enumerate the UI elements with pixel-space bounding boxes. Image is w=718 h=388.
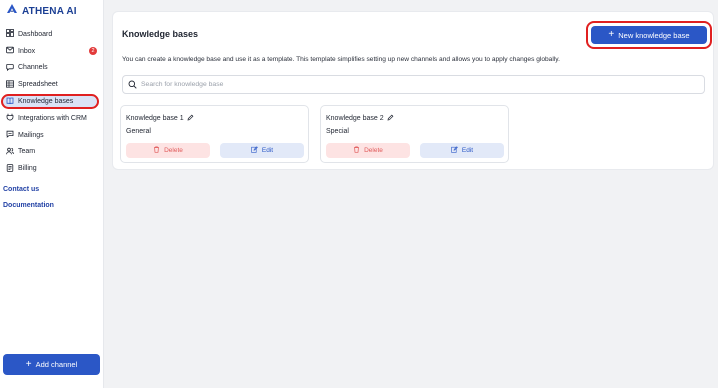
edit-label: Edit [261,147,274,154]
spreadsheet-icon [6,80,14,90]
integrations-icon [6,113,14,123]
knowledge-base-name: Knowledge base 1 [126,115,184,122]
edit-label: Edit [461,147,474,154]
sidebar: ATHENA AI Dashboard Inbox 2 Channels Spr… [0,0,104,388]
knowledge-base-icon [6,97,14,107]
inbox-icon [6,46,14,56]
sidebar-item-inbox[interactable]: Inbox 2 [0,43,104,60]
new-knowledge-base-button[interactable]: + New knowledge base [591,26,707,44]
page-description: You can create a knowledge base and use … [122,56,560,63]
sidebar-item-label: Mailings [18,131,44,139]
sidebar-item-channels[interactable]: Channels [0,60,104,77]
edit-button[interactable]: Edit [420,143,504,158]
logo-text: ATHENA AI [22,5,77,17]
search-input[interactable] [141,81,704,88]
sidebar-item-label: Team [18,148,36,156]
delete-label: Delete [364,147,383,154]
pencil-icon[interactable] [387,114,394,123]
knowledge-base-card[interactable]: Knowledge base 1 General Delete Edit [120,105,309,163]
contact-us-link[interactable]: Contact us [3,186,39,193]
edit-button[interactable]: Edit [220,143,304,158]
trash-icon [153,146,160,155]
sidebar-item-label: Integrations with CRM [18,114,87,122]
pencil-icon[interactable] [187,114,194,123]
sidebar-item-billing[interactable]: Billing [0,160,104,177]
knowledge-bases-panel: Knowledge bases + New knowledge base You… [112,11,714,170]
knowledge-base-title: Knowledge base 2 [326,114,394,123]
search-icon [128,76,137,94]
logo[interactable]: ATHENA AI [6,4,77,18]
delete-button[interactable]: Delete [326,143,410,158]
mailings-icon [6,130,14,140]
dashboard-icon [6,29,14,39]
plus-icon: + [608,29,615,40]
inbox-count-badge: 2 [89,46,97,55]
sidebar-item-team[interactable]: Team [0,144,104,161]
new-knowledge-base-highlight: + New knowledge base [586,21,712,49]
sidebar-item-label: Inbox [18,47,36,55]
delete-label: Delete [164,147,183,154]
edit-icon [451,146,458,155]
sidebar-item-integrations[interactable]: Integrations with CRM [0,110,104,127]
knowledge-base-type: Special [326,128,349,135]
sidebar-item-mailings[interactable]: Mailings [0,127,104,144]
channels-icon [6,63,14,73]
delete-button[interactable]: Delete [126,143,210,158]
knowledge-base-card[interactable]: Knowledge base 2 Special Delete Edit [320,105,509,163]
edit-icon [251,146,258,155]
add-channel-button[interactable]: + Add channel [3,354,100,375]
sidebar-item-knowledge-bases[interactable]: Knowledge bases [0,93,104,110]
documentation-link[interactable]: Documentation [3,202,54,209]
page-title: Knowledge bases [122,29,199,39]
knowledge-base-name: Knowledge base 2 [326,115,384,122]
add-channel-label: Add channel [35,360,78,369]
sidebar-item-label: Dashboard [18,30,53,38]
sidebar-item-spreadsheet[interactable]: Spreadsheet [0,76,104,93]
athena-logo-icon [6,2,18,20]
sidebar-nav: Dashboard Inbox 2 Channels Spreadsheet K… [0,26,104,177]
plus-icon: + [25,358,32,370]
team-icon [6,147,14,157]
sidebar-item-dashboard[interactable]: Dashboard [0,26,104,43]
sidebar-item-label: Knowledge bases [18,98,74,106]
sidebar-item-label: Channels [18,64,48,72]
knowledge-base-type: General [126,128,151,135]
billing-icon [6,163,14,174]
trash-icon [353,146,360,155]
sidebar-item-label: Billing [18,165,37,173]
knowledge-base-title: Knowledge base 1 [126,114,194,123]
new-knowledge-base-label: New knowledge base [618,30,690,40]
search-bar[interactable] [122,75,705,94]
sidebar-item-label: Spreadsheet [18,81,58,89]
